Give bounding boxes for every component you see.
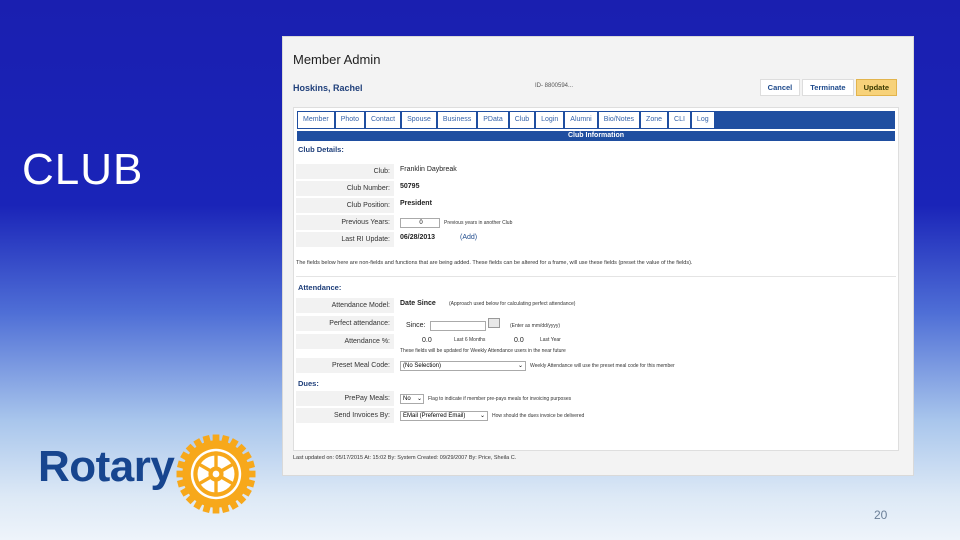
tab-cli[interactable]: CLI — [669, 112, 690, 128]
cancel-button[interactable]: Cancel — [759, 79, 801, 96]
add-link[interactable]: (Add) — [460, 230, 477, 245]
tab-business[interactable]: Business — [437, 112, 477, 128]
send-invoices-select[interactable]: EMail (Preferred Email) ⌄ — [400, 411, 488, 421]
tab-zone[interactable]: Zone — [641, 112, 668, 128]
attendance-model-value: Date Since — [400, 300, 436, 307]
update-button[interactable]: Update — [855, 79, 897, 96]
chevron-down-icon: ⌄ — [517, 363, 523, 369]
rotary-logo: Rotary — [38, 432, 258, 518]
tab-alumni[interactable]: Alumni — [565, 112, 597, 128]
send-invoices-label: Send Invoices By: — [296, 408, 394, 423]
previous-years-note: Previous years in another Club — [444, 220, 513, 226]
attendance-6m-label: Last 6 Months — [454, 337, 486, 343]
action-buttons: Cancel Terminate Update — [759, 79, 897, 96]
club-details-heading: Club Details: — [298, 145, 344, 154]
tab-bio-notes[interactable]: Bio/Notes — [598, 112, 640, 128]
club-position-value: President — [400, 200, 432, 207]
member-admin-screenshot: Member Admin Hoskins, Rachel ID- 8800594… — [282, 36, 914, 476]
rotary-wheel-icon — [176, 434, 256, 514]
dues-heading: Dues: — [298, 379, 319, 388]
since-date-input[interactable] — [430, 321, 486, 331]
chevron-down-icon: ⌄ — [416, 396, 422, 402]
page-number: 20 — [874, 508, 888, 522]
divider — [296, 276, 896, 277]
tab-photo[interactable]: Photo — [335, 112, 364, 128]
slide-title: CLUB — [22, 145, 144, 194]
prepay-meals-select[interactable]: No ⌄ — [400, 394, 424, 404]
club-information-card: Member Photo Contact Spouse Business PDa… — [293, 107, 899, 451]
previous-years-label: Previous Years: — [296, 215, 394, 230]
tab-bar: Member Photo Contact Spouse Business PDa… — [297, 111, 895, 129]
prepay-meals-value: No — [403, 396, 411, 402]
attendance-model-note: (Approach used below for calculating per… — [449, 301, 576, 307]
club-label: Club: — [296, 164, 394, 179]
club-value: Franklin Daybreak — [400, 166, 457, 173]
notice-text: The fields below here are non-fields and… — [296, 260, 693, 266]
since-label: Since: — [406, 322, 426, 329]
preset-meal-code-value: (No Selection) — [403, 363, 442, 369]
club-number-value: 50795 — [400, 183, 420, 190]
attendance-year-label: Last Year — [540, 337, 561, 343]
tab-log[interactable]: Log — [691, 112, 714, 128]
tab-member[interactable]: Member — [298, 112, 334, 128]
preset-meal-code-note: Weekly Attendance will use the preset me… — [530, 363, 675, 369]
rotary-wordmark: Rotary — [38, 442, 175, 491]
last-ri-update-label: Last RI Update: — [296, 232, 394, 247]
attendance-pct-note: These fields will be updated for Weekly … — [400, 348, 566, 354]
previous-years-input[interactable]: 0 — [400, 218, 440, 228]
panel-title: Club Information — [297, 131, 895, 141]
member-id: ID- 8800594... — [535, 83, 574, 89]
attendance-6m-value: 0.0 — [422, 337, 432, 344]
attendance-heading: Attendance: — [298, 283, 342, 292]
tab-spouse[interactable]: Spouse — [402, 112, 436, 128]
tab-pdata[interactable]: PData — [478, 112, 508, 128]
club-position-label: Club Position: — [296, 198, 394, 213]
club-number-label: Club Number: — [296, 181, 394, 196]
attendance-model-label: Attendance Model: — [296, 298, 394, 313]
member-name: Hoskins, Rachel — [293, 83, 363, 93]
preset-meal-code-select[interactable]: (No Selection) ⌄ — [400, 361, 526, 371]
last-ri-update-value: 06/28/2013 — [400, 234, 436, 241]
preset-meal-code-label: Preset Meal Code: — [296, 358, 394, 373]
attendance-year-value: 0.0 — [514, 337, 524, 344]
send-invoices-value: EMail (Preferred Email) — [403, 413, 466, 419]
prepay-meals-label: PrePay Meals: — [296, 391, 394, 406]
tab-login[interactable]: Login — [536, 112, 564, 128]
calendar-icon[interactable] — [488, 318, 500, 328]
perfect-attendance-label: Perfect attendance: — [296, 316, 394, 331]
page-title: Member Admin — [293, 52, 381, 67]
send-invoices-note: How should the dues invoice be delivered — [492, 413, 585, 419]
tab-club[interactable]: Club — [509, 112, 535, 128]
audit-footer: Last updated on: 05/17/2015 At: 15:02 By… — [293, 455, 517, 461]
terminate-button[interactable]: Terminate — [802, 79, 854, 96]
attendance-pct-label: Attendance %: — [296, 334, 394, 349]
chevron-down-icon: ⌄ — [479, 413, 485, 419]
prepay-meals-note: Flag to indicate if member pre-pays meal… — [428, 396, 572, 402]
tab-contact[interactable]: Contact — [365, 112, 401, 128]
date-format-hint: (Enter as mm/dd/yyyy) — [510, 323, 561, 329]
